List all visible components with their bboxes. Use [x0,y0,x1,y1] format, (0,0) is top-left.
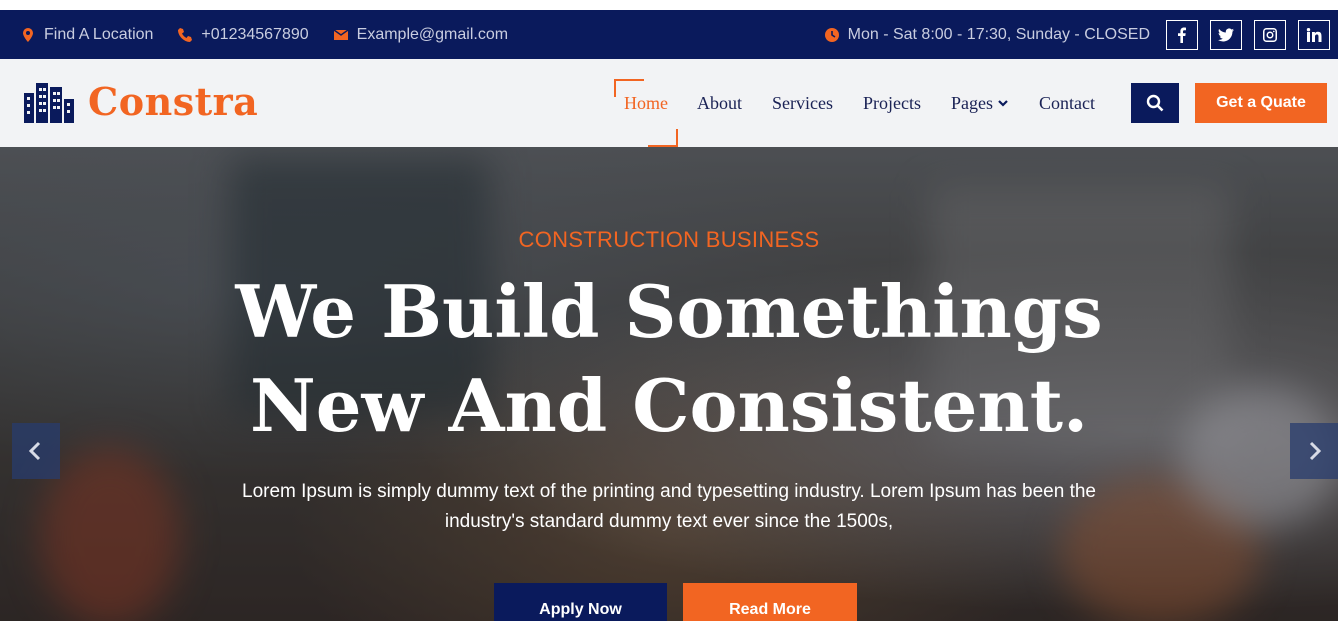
slider-prev-button[interactable] [12,423,60,479]
hero-title: We Build Somethings New And Consistent. [0,265,1338,453]
linkedin-link[interactable] [1298,19,1330,50]
apply-now-button[interactable]: Apply Now [494,583,667,621]
map-pin-icon [23,27,33,42]
hero-title-line-2: New And Consistent. [249,363,1089,448]
building-icon [24,82,74,123]
nav-home[interactable]: Home [614,79,678,147]
envelope-icon [333,28,349,40]
phone-icon [178,27,193,42]
slider-next-button[interactable] [1290,423,1338,479]
instagram-link[interactable] [1254,19,1286,50]
nav-contact-label: Contact [1038,92,1095,113]
read-more-button[interactable]: Read More [683,583,857,621]
nav-about-label: About [697,92,742,113]
chevron-left-icon [28,441,41,461]
get-quote-button[interactable]: Get a Quate [1195,83,1327,123]
linkedin-icon [1306,27,1322,42]
email-text: Example@gmail.com [356,25,509,43]
active-corner-top [614,79,644,97]
twitter-icon [1218,27,1234,41]
nav-about[interactable]: About [682,93,757,114]
twitter-link[interactable] [1210,19,1242,50]
hero-slider: CONSTRUCTION BUSINESS We Build Something… [0,147,1338,621]
nav-services[interactable]: Services [757,93,848,114]
hours-text: Mon - Sat 8:00 - 17:30, Sunday - CLOSED [847,25,1150,43]
top-strip [0,0,1338,10]
nav-projects[interactable]: Projects [848,93,936,114]
facebook-link[interactable] [1166,19,1198,50]
chevron-down-icon [998,100,1008,107]
nav-contact[interactable]: Contact [1024,93,1110,114]
chevron-right-icon [1309,441,1322,461]
top-info-bar: Find A Location +01234567890 Example@gma… [0,10,1338,59]
business-hours: Mon - Sat 8:00 - 17:30, Sunday - CLOSED [824,26,1150,44]
search-button[interactable] [1131,83,1179,123]
instagram-icon [1263,27,1277,42]
nav-pages[interactable]: Pages [936,93,1024,114]
hero-description: Lorem Ipsum is simply dummy text of the … [242,481,1096,532]
site-logo[interactable]: Constra [22,79,258,124]
phone-link[interactable]: +01234567890 [177,25,309,44]
hero-title-line-1: We Build Somethings [235,269,1103,354]
clock-icon [824,27,839,42]
main-nav: Home About Services Projects Pages Conta… [614,79,1110,147]
facebook-icon [1178,27,1186,43]
location-link[interactable]: Find A Location [20,26,153,44]
hero-subtitle: CONSTRUCTION BUSINESS [518,227,820,252]
contact-info: Find A Location +01234567890 Example@gma… [20,26,508,44]
nav-projects-label: Projects [862,92,921,113]
email-link[interactable]: Example@gmail.com [333,26,508,44]
topbar-right: Mon - Sat 8:00 - 17:30, Sunday - CLOSED [824,19,1330,50]
search-icon [1146,94,1164,112]
phone-text: +01234567890 [201,25,309,43]
nav-services-label: Services [772,92,833,113]
nav-pages-label: Pages [950,92,993,113]
active-corner-bottom [648,129,678,147]
location-text: Find A Location [44,25,154,43]
main-header: Constra Home About Services Projects Pag… [0,59,1338,147]
logo-text: Constra [88,79,259,124]
